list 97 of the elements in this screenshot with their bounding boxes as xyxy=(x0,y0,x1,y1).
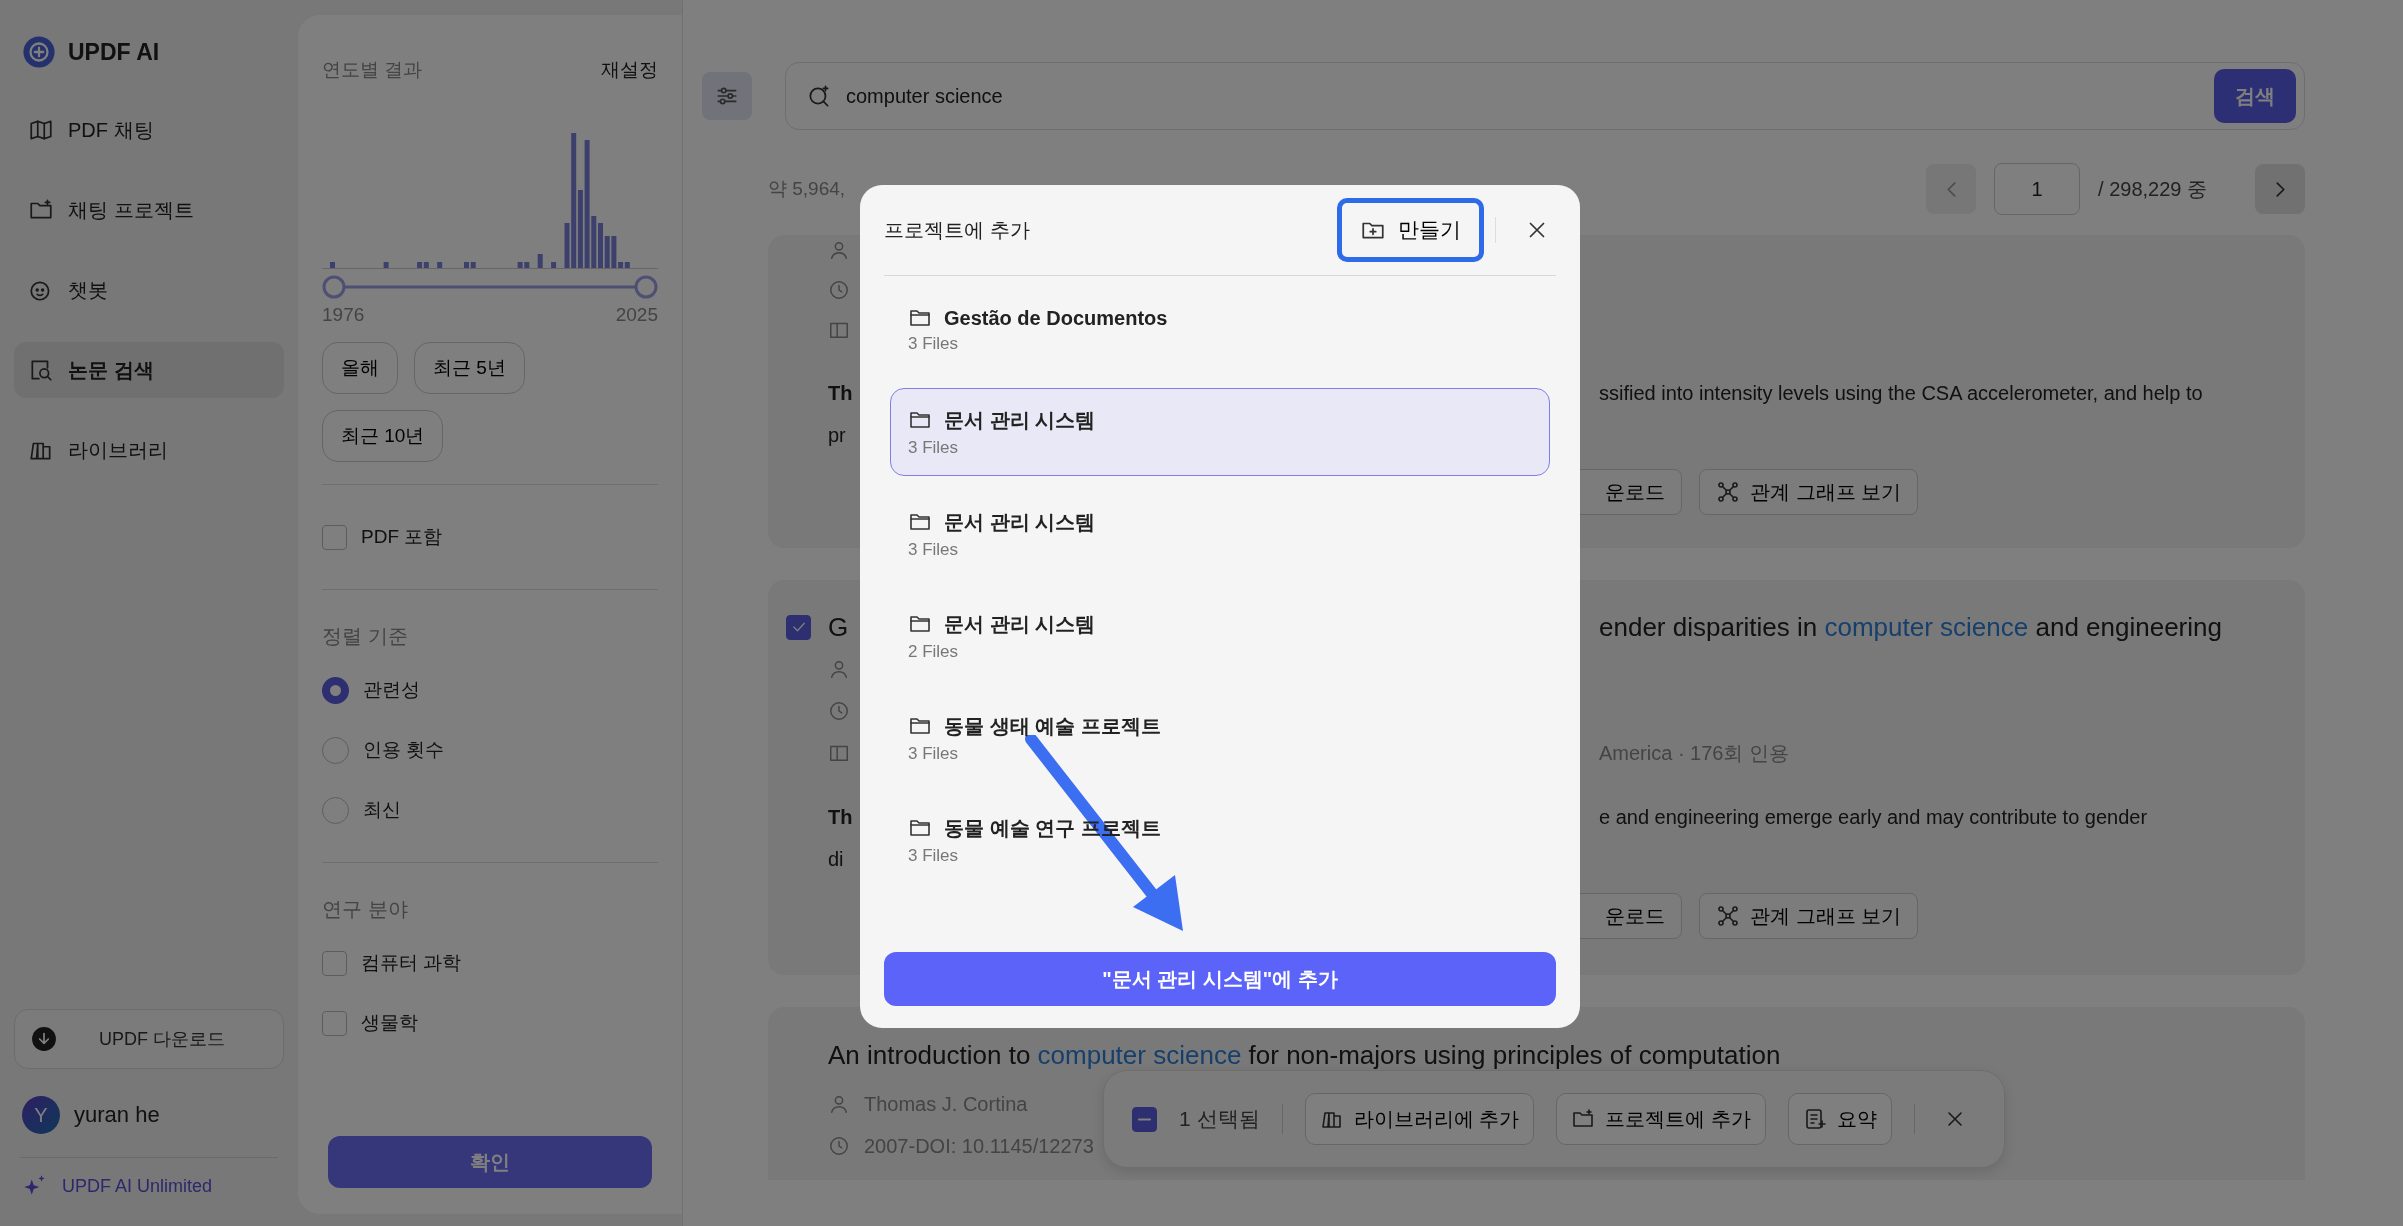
download-icon xyxy=(31,1026,57,1052)
project-name: 동물 생태 예술 프로젝트 xyxy=(944,713,1161,739)
section-title: 연도별 결과 xyxy=(322,58,423,82)
project-name: Gestão de Documentos xyxy=(944,306,1168,330)
histogram-bar xyxy=(330,262,335,268)
file-count: 3 Files xyxy=(908,845,960,866)
person-icon xyxy=(828,658,850,680)
abstract-label: Th xyxy=(828,381,853,405)
project-name: 문서 관리 시스템 xyxy=(944,407,1096,433)
project-name: 문서 관리 시스템 xyxy=(944,611,1096,637)
action-button[interactable]: 요약 xyxy=(1787,1093,1892,1145)
result-title[interactable]: ender disparities in computer science and engineering xyxy=(1599,611,2222,643)
abstract-text: di xyxy=(828,847,844,871)
graph-icon xyxy=(1716,904,1740,928)
checkbox[interactable] xyxy=(322,950,347,976)
clock-icon xyxy=(828,700,850,722)
person-icon xyxy=(828,239,850,261)
clock-icon xyxy=(828,1135,850,1157)
chevron-left-icon xyxy=(1946,181,1956,197)
project-name: 문서 관리 시스템 xyxy=(944,509,1096,535)
chevron-right-icon xyxy=(2275,181,2285,197)
user-name: yuran he xyxy=(74,1102,160,1128)
confirm-button[interactable]: 확인 xyxy=(328,1136,652,1188)
radio-button[interactable] xyxy=(322,736,349,764)
action-button[interactable]: 프로젝트에 추가 xyxy=(1556,1093,1766,1145)
checkbox[interactable] xyxy=(1132,1106,1157,1132)
clock-icon xyxy=(828,279,850,301)
document-search-icon xyxy=(28,357,54,383)
graph-icon xyxy=(1716,480,1740,504)
file-count: 3 Files xyxy=(908,743,960,764)
checkbox-label: 컴퓨터 과학 xyxy=(361,951,462,975)
histogram-bar xyxy=(383,262,389,268)
checkbox-label: PDF 포함 xyxy=(361,525,443,549)
create-button[interactable]: 만들기 xyxy=(1342,203,1479,257)
abstract-text: e and engineering emerge early and may contribute to gender xyxy=(1599,805,2148,829)
abstract-text: pr xyxy=(828,423,846,447)
histogram-bar xyxy=(437,262,443,268)
project-item[interactable]: 문서 관리 시스템 2 Files xyxy=(890,592,1550,680)
filter-button[interactable] xyxy=(702,72,752,120)
previous-page-button[interactable] xyxy=(1926,164,1977,214)
section-title: 연구 분야 xyxy=(322,896,409,922)
file-count: 2 Files xyxy=(908,641,960,662)
sidebar-item[interactable]: 라이브러리 xyxy=(14,422,284,478)
year-label: 1976 xyxy=(322,304,365,326)
histogram-bar xyxy=(537,254,543,268)
sidebar-item[interactable]: PDF 채팅 xyxy=(14,102,284,158)
radio-button[interactable] xyxy=(322,796,349,824)
range-chip[interactable]: 최근 5년 xyxy=(414,342,525,394)
reset-link[interactable]: 재설정 xyxy=(601,57,658,83)
range-chip[interactable]: 올해 xyxy=(322,342,398,394)
result-title[interactable]: G xyxy=(828,611,849,643)
app-name: UPDF AI xyxy=(68,38,160,66)
selection-count: 1 선택됨 xyxy=(1179,1106,1260,1132)
file-count: 3 Files xyxy=(908,539,960,560)
search-field[interactable]: computer science 검색 xyxy=(785,62,2305,130)
graph-button[interactable]: 관계 그래프 보기 xyxy=(1699,893,1919,939)
download-button[interactable]: UPDF 다운로드 xyxy=(14,1009,284,1069)
project-item[interactable]: 문서 관리 시스템 3 Files xyxy=(890,490,1550,578)
graph-button[interactable]: 관계 그래프 보기 xyxy=(1699,469,1919,515)
checkbox[interactable] xyxy=(322,1010,347,1036)
next-page-button[interactable] xyxy=(2255,164,2305,214)
radio-button[interactable] xyxy=(322,676,349,704)
radio-label: 인용 횟수 xyxy=(363,738,445,762)
abstract-text: ssified into intensity levels using the CSA accelerometer, and help to xyxy=(1599,381,2203,405)
slider-thumb[interactable] xyxy=(322,275,346,299)
sidebar-item[interactable]: 채팅 프로젝트 xyxy=(14,182,284,238)
page-field[interactable]: 1 xyxy=(1994,163,2081,215)
section-title: 정렬 기준 xyxy=(322,623,409,649)
page-total: / 298,229 중 xyxy=(2098,176,2207,202)
sidebar-item[interactable]: 챗봇 xyxy=(14,262,284,318)
dialog-title: 프로젝트에 추가 xyxy=(884,217,1031,243)
checkbox-label: 생물학 xyxy=(361,1011,418,1035)
action-button[interactable]: 라이브러리에 추가 xyxy=(1304,1093,1535,1145)
search-button[interactable]: 검색 xyxy=(2214,69,2296,123)
checkbox[interactable] xyxy=(322,524,347,550)
histogram-bar xyxy=(551,262,557,268)
logo-icon xyxy=(22,35,56,69)
file-count: 3 Files xyxy=(908,334,960,354)
result-title[interactable]: An introduction to computer science for non-majors using principles of computation xyxy=(828,1039,1781,1071)
checkbox[interactable] xyxy=(786,614,811,640)
file-count: 3 Files xyxy=(908,437,960,458)
slider-thumb[interactable] xyxy=(634,275,658,299)
project-item[interactable]: 문서 관리 시스템 3 Files xyxy=(890,388,1550,476)
range-chip[interactable]: 최근 10년 xyxy=(322,410,444,462)
abstract-label: Th xyxy=(828,805,853,829)
project-item[interactable]: Gestão de Documentos 3 Files xyxy=(890,286,1550,374)
project-item[interactable]: 동물 생태 예술 프로젝트 3 Files xyxy=(890,694,1550,782)
radio-label: 관련성 xyxy=(363,678,420,702)
person-icon xyxy=(828,1093,850,1115)
plan-link[interactable]: UPDF AI Unlimited xyxy=(62,1175,213,1197)
add-button[interactable]: "문서 관리 시스템"에 추가 xyxy=(884,952,1556,1006)
avatar[interactable]: Y xyxy=(22,1096,60,1134)
radio-label: 최신 xyxy=(363,798,401,822)
minus-icon xyxy=(1138,1117,1151,1121)
result-count: 약 5,964, xyxy=(768,177,847,201)
sidebar-item[interactable]: 논문 검색 xyxy=(14,342,284,398)
year-label: 2025 xyxy=(615,304,658,326)
